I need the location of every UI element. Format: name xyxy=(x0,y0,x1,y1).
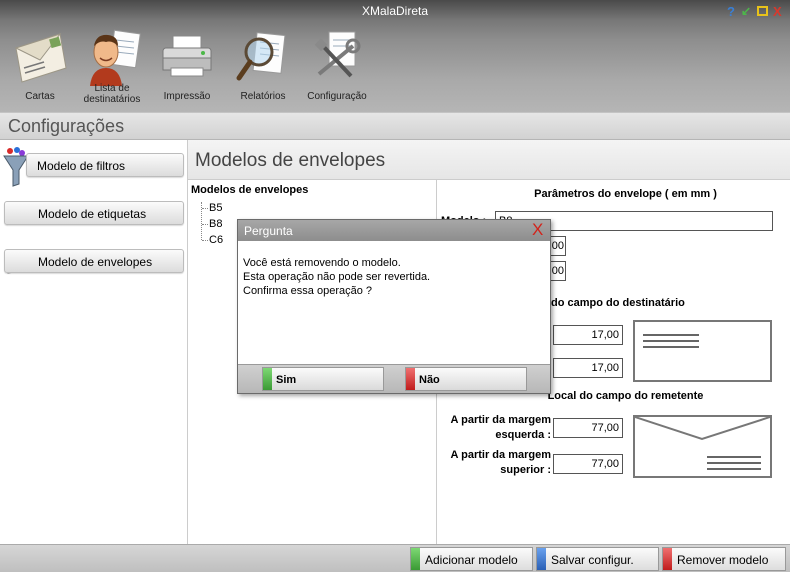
yes-button-label: Sim xyxy=(276,374,297,386)
dest-envelope-preview xyxy=(633,320,772,382)
dialog-close-icon[interactable]: X xyxy=(532,221,543,239)
dest-left-input[interactable]: 17,00 xyxy=(553,325,623,345)
app-title: XMalaDireta xyxy=(361,4,429,18)
dialog-message-line-1: Você está removendo o modelo. xyxy=(243,257,401,269)
dialog-footer: Sim Não xyxy=(238,364,550,393)
add-model-button[interactable]: Adicionar modelo xyxy=(410,547,533,571)
nav-modelo-envelopes[interactable]: Modelo de envelopes xyxy=(4,249,184,273)
magnifier-report-icon xyxy=(236,32,286,81)
nav-modelo-filtros[interactable]: Modelo de filtros xyxy=(26,153,184,177)
toolbar-cartas-label: Cartas xyxy=(25,91,55,102)
page-title: Modelos de envelopes xyxy=(195,150,386,171)
tree-item-b5[interactable]: B5 xyxy=(209,202,222,214)
toolbar-configuracao[interactable]: Configuração xyxy=(297,28,377,108)
envelope-icon xyxy=(14,33,67,83)
save-config-button[interactable]: Salvar configur. xyxy=(536,547,659,571)
remove-model-label: Remover modelo xyxy=(677,553,769,567)
close-window-button[interactable]: X xyxy=(773,5,782,18)
rem-left-input[interactable]: 77,00 xyxy=(553,418,623,438)
toolbar-relatorios-label: Relatórios xyxy=(240,91,286,102)
yes-button[interactable]: Sim xyxy=(262,367,384,391)
toolbar-lista-label-1: Lista de xyxy=(94,83,130,94)
bottom-action-bar: Adicionar modelo Salvar configur. Remove… xyxy=(0,544,790,572)
blue-indicator xyxy=(537,548,546,570)
dialog-message-line-3: Confirma essa operação ? xyxy=(243,285,373,297)
person-list-icon xyxy=(90,29,141,86)
red-indicator xyxy=(406,368,415,390)
nav-modelo-etiquetas[interactable]: Modelo de etiquetas xyxy=(4,201,184,225)
dialog-titlebar: Pergunta X xyxy=(238,220,550,241)
tree-connector xyxy=(202,240,208,241)
maximize-button[interactable] xyxy=(757,6,768,16)
toolbar-lista[interactable]: Lista de destinatários xyxy=(72,28,152,108)
preview-line xyxy=(707,468,761,470)
toolbar-lista-label-2: destinatários xyxy=(83,94,141,105)
main-header: Modelos de envelopes xyxy=(188,140,790,180)
confirm-dialog: Pergunta X Você está removendo o modelo.… xyxy=(237,219,551,394)
dialog-title: Pergunta xyxy=(244,224,293,238)
tree-connector xyxy=(202,208,208,209)
tree-connector xyxy=(202,224,208,225)
minimize-button[interactable]: ↙ xyxy=(741,5,751,18)
dest-section-title: do campo do destinatário xyxy=(551,297,685,309)
toolbar-cartas[interactable]: Cartas xyxy=(0,28,80,108)
rem-top-label-1: A partir da margem xyxy=(450,449,551,461)
nav-modelo-envelopes-label: Modelo de envelopes xyxy=(38,255,153,269)
red-indicator xyxy=(663,548,672,570)
tree-item-b8[interactable]: B8 xyxy=(209,218,222,230)
preview-line xyxy=(643,334,699,336)
top-toolbar: XMalaDireta ? ↙ X Cartas Lista de destin… xyxy=(0,0,790,112)
remove-model-button[interactable]: Remover modelo xyxy=(662,547,786,571)
tools-config-icon xyxy=(314,31,361,78)
tree-title: Modelos de envelopes xyxy=(191,184,309,196)
nav-modelo-filtros-label: Modelo de filtros xyxy=(37,159,126,173)
toolbar-relatorios[interactable]: Relatórios xyxy=(223,28,303,108)
no-button[interactable]: Não xyxy=(405,367,527,391)
save-config-label: Salvar configur. xyxy=(551,553,634,567)
preview-line xyxy=(643,340,699,342)
dialog-message-line-2: Esta operação não pode ser revertida. xyxy=(243,271,431,283)
toolbar-impressao-label: Impressão xyxy=(163,91,211,102)
add-model-label: Adicionar modelo xyxy=(425,553,518,567)
no-button-label: Não xyxy=(419,374,440,386)
nav-modelo-etiquetas-label: Modelo de etiquetas xyxy=(38,207,147,221)
preview-line xyxy=(643,346,699,348)
dest-top-input[interactable]: 17,00 xyxy=(553,358,623,378)
preview-line xyxy=(707,456,761,458)
rem-left-label-2: esquerda : xyxy=(495,429,551,441)
printer-icon xyxy=(162,35,212,77)
section-title: Configurações xyxy=(8,116,125,136)
help-button[interactable]: ? xyxy=(727,5,735,18)
green-indicator xyxy=(263,368,272,390)
section-header: Configurações xyxy=(0,112,790,140)
rem-top-input[interactable]: 77,00 xyxy=(553,454,623,474)
toolbar-impressao[interactable]: Impressão xyxy=(147,28,227,108)
left-nav: Modelo de filtros Modelo de etiquetas Mo… xyxy=(0,140,188,544)
rem-envelope-preview xyxy=(633,415,772,478)
green-indicator xyxy=(411,548,420,570)
preview-line xyxy=(707,462,761,464)
toolbar-configuracao-label: Configuração xyxy=(307,91,367,102)
rem-top-label-2: superior : xyxy=(500,464,551,476)
rem-left-label-1: A partir da margem xyxy=(450,414,551,426)
params-title: Parâmetros do envelope ( em mm ) xyxy=(534,188,717,200)
tree-item-c6[interactable]: C6 xyxy=(209,234,223,246)
